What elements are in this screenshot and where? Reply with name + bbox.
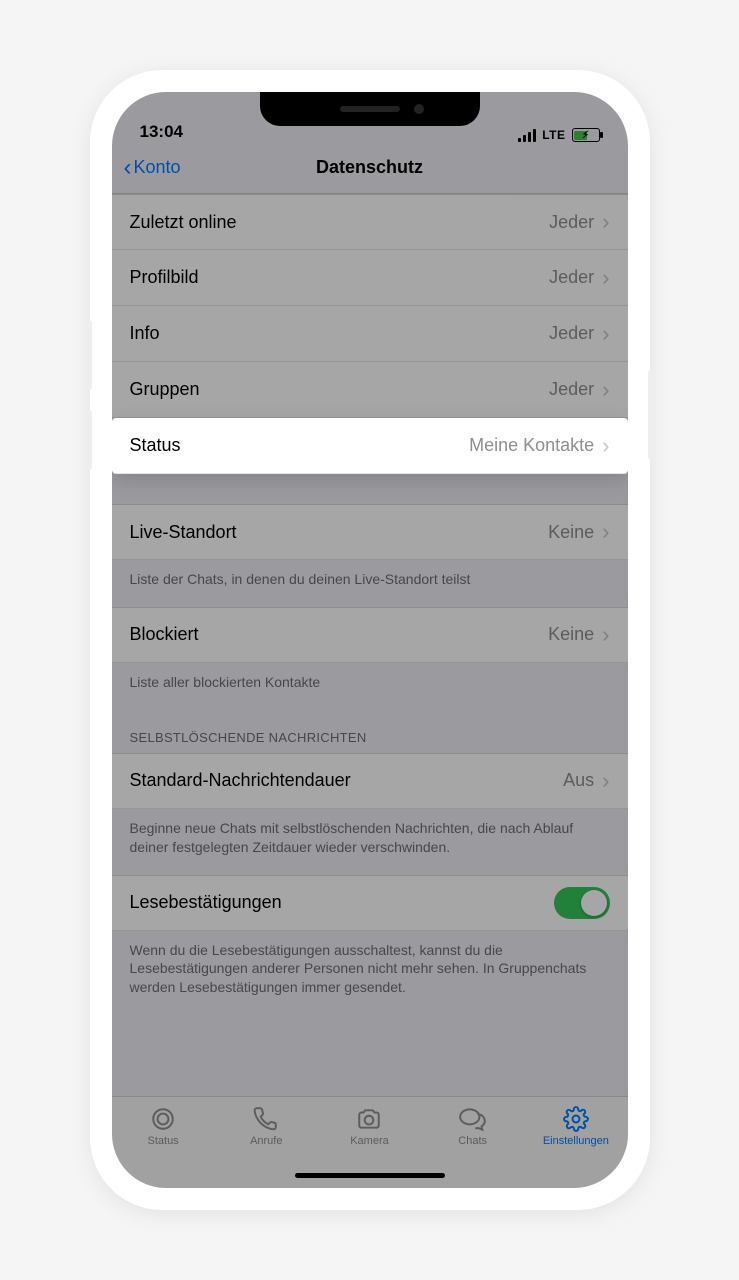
row-about[interactable]: Info Jeder › — [112, 306, 628, 362]
row-value: Jeder — [549, 267, 594, 288]
tab-label: Einstellungen — [543, 1135, 609, 1147]
page-title: Datenschutz — [316, 157, 423, 178]
phone-icon — [253, 1105, 279, 1133]
home-indicator[interactable] — [295, 1173, 445, 1178]
footer-read-receipts: Wenn du die Lesebestätigungen ausschalte… — [112, 931, 628, 1016]
chevron-right-icon: › — [602, 768, 609, 794]
device-frame: 13:04 LTE ⚡︎ ‹ Konto Datenschutz Zuletzt — [90, 70, 650, 1210]
battery-icon: ⚡︎ — [572, 128, 600, 142]
row-default-timer[interactable]: Standard-Nachrichtendauer Aus › — [112, 753, 628, 809]
row-value: Meine Kontakte — [469, 435, 594, 456]
row-read-receipts: Lesebestätigungen — [112, 875, 628, 931]
header-disappearing: SELBSTLÖSCHENDE NACHRICHTEN — [112, 710, 628, 753]
chevron-right-icon: › — [602, 622, 609, 648]
statusbar-time: 13:04 — [140, 122, 183, 142]
back-label: Konto — [134, 157, 181, 178]
row-value: Jeder — [549, 379, 594, 400]
row-groups[interactable]: Gruppen Jeder › — [112, 362, 628, 418]
network-label: LTE — [542, 128, 565, 142]
camera-icon — [355, 1105, 383, 1133]
row-value: Jeder — [549, 323, 594, 344]
chats-icon — [458, 1105, 488, 1133]
chevron-right-icon: › — [602, 321, 609, 347]
tab-status[interactable]: Status — [112, 1105, 215, 1147]
chevron-left-icon: ‹ — [124, 156, 132, 180]
footer-default-timer: Beginne neue Chats mit selbstlöschenden … — [112, 809, 628, 875]
row-value: Keine — [548, 522, 594, 543]
screen: 13:04 LTE ⚡︎ ‹ Konto Datenschutz Zuletzt — [112, 92, 628, 1188]
row-label: Profilbild — [130, 267, 550, 288]
chevron-right-icon: › — [602, 209, 609, 235]
tab-chats[interactable]: Chats — [421, 1105, 524, 1147]
row-value: Jeder — [549, 212, 594, 233]
read-receipts-toggle[interactable] — [554, 887, 610, 919]
notch — [260, 92, 480, 126]
chevron-right-icon: › — [602, 377, 609, 403]
chevron-right-icon: › — [602, 265, 609, 291]
row-label: Standard-Nachrichtendauer — [130, 770, 564, 791]
tab-label: Chats — [458, 1135, 487, 1147]
row-label: Live-Standort — [130, 522, 549, 543]
tab-label: Anrufe — [250, 1135, 282, 1147]
row-value: Aus — [563, 770, 594, 791]
status-icon — [150, 1105, 176, 1133]
tab-label: Status — [148, 1135, 179, 1147]
row-blocked[interactable]: Blockiert Keine › — [112, 607, 628, 663]
gear-icon — [563, 1105, 589, 1133]
chevron-right-icon: › — [602, 519, 609, 545]
tab-settings[interactable]: Einstellungen — [524, 1105, 627, 1147]
row-label: Status — [130, 435, 470, 456]
row-label: Info — [130, 323, 550, 344]
footer-live-location: Liste der Chats, in denen du deinen Live… — [112, 560, 628, 607]
tab-camera[interactable]: Kamera — [318, 1105, 421, 1147]
row-live-location[interactable]: Live-Standort Keine › — [112, 504, 628, 560]
row-status[interactable]: Status Meine Kontakte › — [112, 418, 628, 474]
tab-calls[interactable]: Anrufe — [215, 1105, 318, 1147]
back-button[interactable]: ‹ Konto — [124, 156, 181, 180]
signal-icon — [518, 129, 536, 142]
nav-bar: ‹ Konto Datenschutz — [112, 142, 628, 194]
tab-label: Kamera — [350, 1135, 389, 1147]
row-label: Blockiert — [130, 624, 549, 645]
row-last-seen[interactable]: Zuletzt online Jeder › — [112, 194, 628, 250]
row-value: Keine — [548, 624, 594, 645]
footer-blocked: Liste aller blockierten Kontakte — [112, 663, 628, 710]
chevron-right-icon: › — [602, 433, 609, 459]
row-label: Gruppen — [130, 379, 550, 400]
row-label: Lesebestätigungen — [130, 892, 554, 913]
row-label: Zuletzt online — [130, 212, 550, 233]
row-profile-photo[interactable]: Profilbild Jeder › — [112, 250, 628, 306]
